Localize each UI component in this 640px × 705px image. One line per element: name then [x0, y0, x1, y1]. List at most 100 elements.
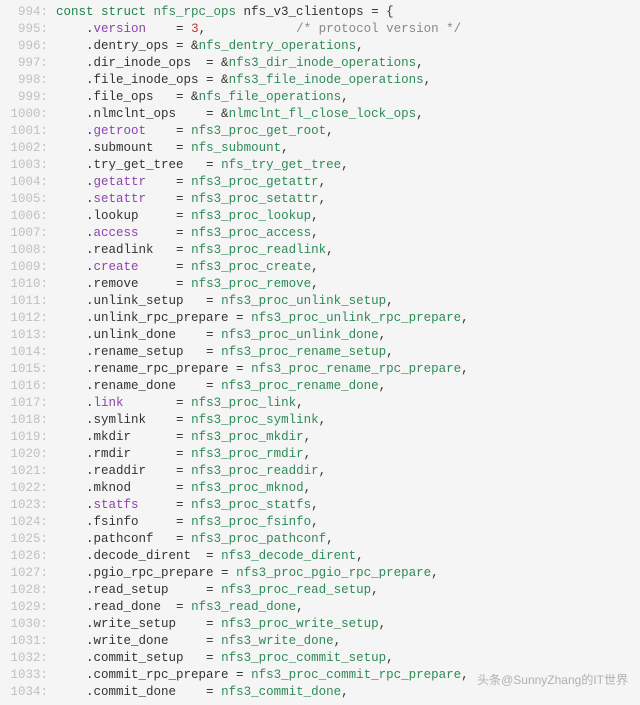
- token-punct: .: [86, 532, 94, 546]
- line-number: 1009:: [0, 259, 48, 276]
- code-line: .rename_setup = nfs3_proc_rename_setup,: [56, 344, 640, 361]
- token-type: nfs3_proc_mkdir: [191, 430, 304, 444]
- token-punct: =: [124, 396, 192, 410]
- token-punct: dentry_ops = &: [94, 39, 199, 53]
- token-punct: ,: [386, 345, 394, 359]
- line-number-gutter: 994:995:996:997:998:999:1000:1001:1002:1…: [0, 4, 56, 701]
- token-punct: .: [86, 668, 94, 682]
- token-type: nfs3_proc_link: [191, 396, 296, 410]
- token-punct: dir_inode_ops = &: [94, 56, 229, 70]
- token-punct: .: [86, 498, 94, 512]
- token-punct: ,: [311, 515, 319, 529]
- token-type: nfs3_proc_unlink_rpc_prepare: [251, 311, 461, 325]
- token-punct: ,: [379, 379, 387, 393]
- token-type: nfs_try_get_tree: [221, 158, 341, 172]
- line-number: 1026:: [0, 548, 48, 565]
- token-member: setattr: [94, 192, 147, 206]
- token-punct: ,: [386, 651, 394, 665]
- line-number: 1010:: [0, 276, 48, 293]
- token-punct: ,: [304, 447, 312, 461]
- line-number: 1034:: [0, 684, 48, 701]
- token-type: nfs3_proc_mknod: [191, 481, 304, 495]
- line-number: 1022:: [0, 480, 48, 497]
- line-number: 1000:: [0, 106, 48, 123]
- line-number: 994:: [0, 4, 48, 21]
- line-number: 1011:: [0, 293, 48, 310]
- code-line: .pathconf = nfs3_proc_pathconf,: [56, 531, 640, 548]
- token-punct: symlink =: [94, 413, 192, 427]
- code-line: .commit_rpc_prepare = nfs3_proc_commit_r…: [56, 667, 640, 684]
- code-line: .submount = nfs_submount,: [56, 140, 640, 157]
- token-punct: =: [139, 226, 192, 240]
- line-number: 1021:: [0, 463, 48, 480]
- token-punct: ,: [326, 124, 334, 138]
- token-punct: ,: [311, 226, 319, 240]
- code-line: .fsinfo = nfs3_proc_fsinfo,: [56, 514, 640, 531]
- token-member: getattr: [94, 175, 147, 189]
- line-number: 998:: [0, 72, 48, 89]
- token-punct: =: [139, 260, 192, 274]
- token-punct: ,: [379, 617, 387, 631]
- line-number: 996:: [0, 38, 48, 55]
- line-number: 1012:: [0, 310, 48, 327]
- token-type: nfs3_proc_create: [191, 260, 311, 274]
- line-number: 1006:: [0, 208, 48, 225]
- code-line: .try_get_tree = nfs_try_get_tree,: [56, 157, 640, 174]
- token-punct: .: [86, 651, 94, 665]
- code-line: .link = nfs3_proc_link,: [56, 395, 640, 412]
- line-number: 1004:: [0, 174, 48, 191]
- token-punct: =: [146, 175, 191, 189]
- line-number: 1014:: [0, 344, 48, 361]
- token-punct: write_done =: [94, 634, 222, 648]
- token-punct: ,: [341, 90, 349, 104]
- token-punct: .: [86, 124, 94, 138]
- token-punct: ,: [461, 362, 469, 376]
- token-type: nfs3_proc_get_root: [191, 124, 326, 138]
- line-number: 1023:: [0, 497, 48, 514]
- token-punct: .: [86, 243, 94, 257]
- line-number: 1008:: [0, 242, 48, 259]
- token-type: nfs3_proc_statfs: [191, 498, 311, 512]
- token-kw: const: [56, 5, 101, 19]
- token-type: nfs3_proc_rename_done: [221, 379, 379, 393]
- code-line: .nlmclnt_ops = &nlmclnt_fl_close_lock_op…: [56, 106, 640, 123]
- token-type: nfs3_proc_read_setup: [221, 583, 371, 597]
- token-punct: .: [86, 226, 94, 240]
- line-number: 1002:: [0, 140, 48, 157]
- token-punct: .: [86, 566, 94, 580]
- token-type: nlmclnt_fl_close_lock_ops: [229, 107, 417, 121]
- code-line: .symlink = nfs3_proc_symlink,: [56, 412, 640, 429]
- token-punct: try_get_tree =: [94, 158, 222, 172]
- token-punct: .: [86, 362, 94, 376]
- token-type: nfs3_proc_setattr: [191, 192, 319, 206]
- code-line: .rename_rpc_prepare = nfs3_proc_rename_r…: [56, 361, 640, 378]
- token-punct: unlink_done =: [94, 328, 222, 342]
- token-type: nfs3_proc_symlink: [191, 413, 319, 427]
- token-punct: .: [86, 277, 94, 291]
- token-punct: ,: [319, 464, 327, 478]
- token-punct: file_ops = &: [94, 90, 199, 104]
- token-punct: unlink_rpc_prepare =: [94, 311, 252, 325]
- code-line: .readdir = nfs3_proc_readdir,: [56, 463, 640, 480]
- token-punct: .: [86, 90, 94, 104]
- token-punct: .: [86, 549, 94, 563]
- code-line: .remove = nfs3_proc_remove,: [56, 276, 640, 293]
- code-line: .version = 3, /* protocol version */: [56, 21, 640, 38]
- token-punct: commit_rpc_prepare =: [94, 668, 252, 682]
- token-punct: .: [86, 192, 94, 206]
- code-line: .readlink = nfs3_proc_readlink,: [56, 242, 640, 259]
- token-punct: .: [86, 481, 94, 495]
- token-member: link: [94, 396, 124, 410]
- token-type: nfs3_proc_commit_setup: [221, 651, 386, 665]
- token-type: nfs3_proc_unlink_done: [221, 328, 379, 342]
- line-number: 1028:: [0, 582, 48, 599]
- token-punct: .: [86, 73, 94, 87]
- token-punct: remove =: [94, 277, 192, 291]
- token-punct: ,: [311, 498, 319, 512]
- token-punct: decode_dirent =: [94, 549, 222, 563]
- token-punct: .: [86, 413, 94, 427]
- token-punct: ,: [356, 549, 364, 563]
- token-type: nfs3_dir_inode_operations: [229, 56, 417, 70]
- token-punct: ,: [311, 277, 319, 291]
- token-punct: ,: [311, 260, 319, 274]
